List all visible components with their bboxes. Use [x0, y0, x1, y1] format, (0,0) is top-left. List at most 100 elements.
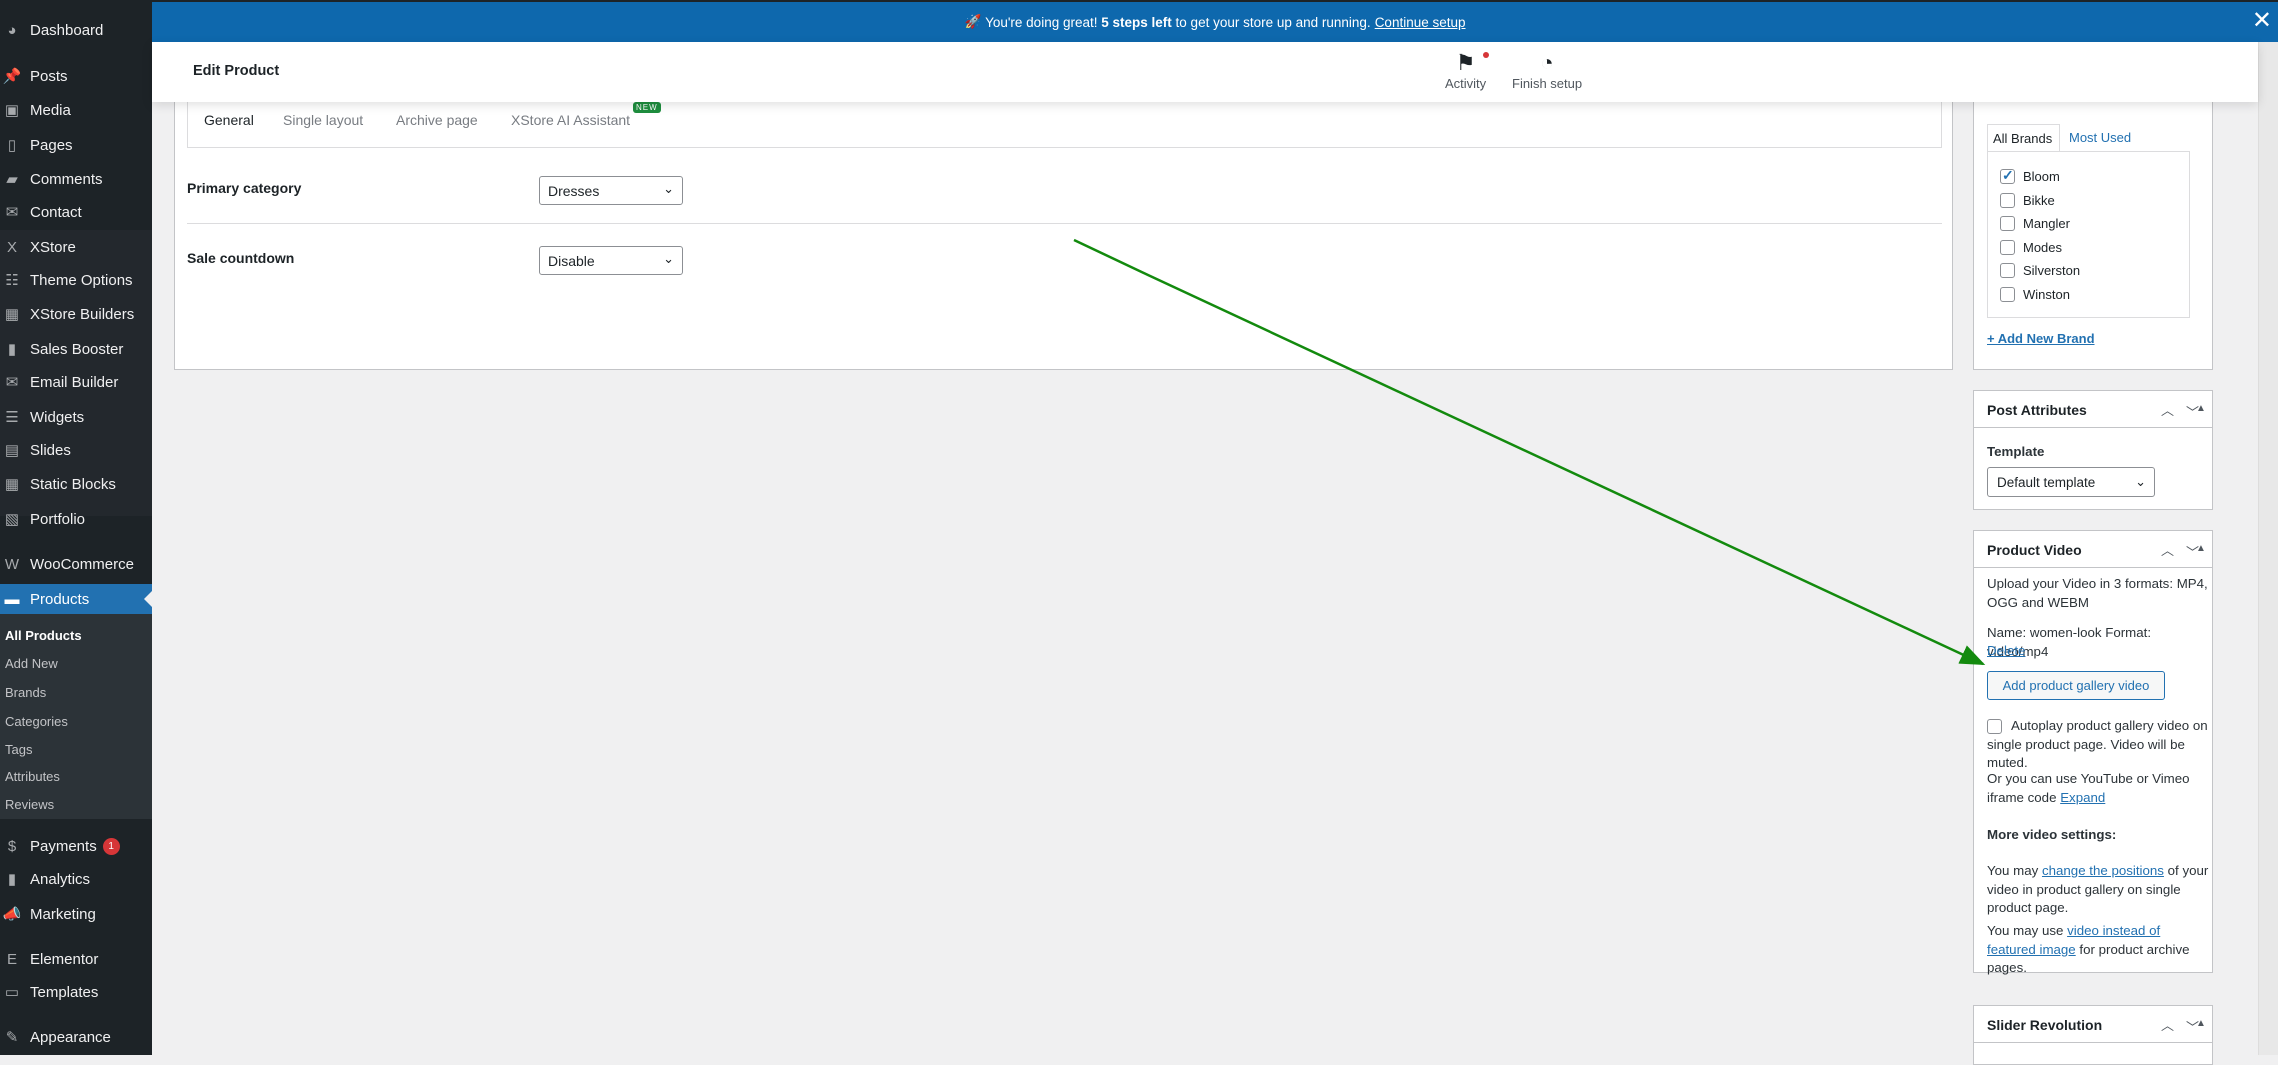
sidebar-item-products[interactable]: ▬ Products: [0, 584, 152, 614]
collapse-icon[interactable]: ▲: [2196, 1018, 2206, 1029]
sidebar-item-label: Portfolio: [30, 510, 86, 528]
panel-title: Post Attributes: [1987, 402, 2087, 418]
add-product-gallery-video-button[interactable]: Add product gallery video: [1987, 671, 2165, 700]
submenu-item-attributes[interactable]: Attributes: [5, 769, 60, 784]
tab-single-layout[interactable]: Single layout: [283, 112, 363, 128]
sidebar-item-label: Pages: [30, 136, 73, 154]
scrollbar[interactable]: [2258, 42, 2278, 1055]
sidebar-item-label: Elementor: [30, 950, 99, 968]
brand-item[interactable]: Modes: [2000, 239, 2062, 255]
submenu-item-all-products[interactable]: All Products: [5, 628, 82, 643]
tab-most-used[interactable]: Most Used: [2069, 130, 2131, 145]
sidebar-item-sales-booster[interactable]: ▮ Sales Booster: [0, 334, 152, 364]
sidebar-item-dashboard[interactable]: ◕ Dashboard: [0, 15, 152, 45]
sidebar-item-woocommerce[interactable]: W WooCommerce: [0, 549, 152, 579]
sidebar-item-comments[interactable]: ▰ Comments: [0, 164, 152, 194]
add-new-brand-link[interactable]: + Add New Brand: [1987, 331, 2095, 346]
expand-link[interactable]: Expand: [2060, 790, 2105, 805]
sidebar-item-marketing[interactable]: 📣 Marketing: [0, 899, 152, 929]
delete-video-link[interactable]: Delete: [1987, 642, 2025, 661]
featured-video-text: You may use video instead of featured im…: [1987, 922, 2209, 978]
submenu-item-reviews[interactable]: Reviews: [5, 797, 54, 812]
sidebar-item-widgets[interactable]: ☰ Widgets: [0, 402, 152, 432]
move-up-icon[interactable]: ︿: [2161, 540, 2174, 559]
sidebar-item-appearance[interactable]: ✎ Appearance: [0, 1022, 152, 1052]
sidebar-item-posts[interactable]: 📌 Posts: [0, 61, 152, 91]
sidebar-item-label: XStore: [30, 238, 76, 256]
slider-revolution-panel: Slider Revolution ︿ ﹀ ▲: [1973, 1005, 2213, 1065]
template-select[interactable]: Default template ⌄: [1987, 467, 2155, 497]
move-up-icon[interactable]: ︿: [2161, 1015, 2174, 1034]
sidebar-item-xstore[interactable]: X XStore: [0, 232, 152, 262]
brand-checkbox[interactable]: [2000, 263, 2015, 278]
autoplay-checkbox[interactable]: [1987, 719, 2002, 734]
submenu-item-tags[interactable]: Tags: [5, 742, 32, 757]
sidebar-item-label: Appearance: [30, 1028, 111, 1046]
sidebar-item-contact[interactable]: ✉ Contact: [0, 197, 152, 227]
brand-checkbox[interactable]: [2000, 167, 2015, 184]
brand-checkbox[interactable]: [2000, 216, 2015, 231]
finish-setup-button[interactable]: ◔ Finish setup: [1512, 50, 1582, 91]
setup-banner: 🚀 You're doing great! 5 steps left to ge…: [152, 2, 2278, 42]
chevron-down-icon: ⌄: [663, 181, 674, 196]
sidebar-item-xstore-builders[interactable]: ▦ XStore Builders: [0, 299, 152, 329]
primary-category-select[interactable]: Dresses ⌄: [539, 176, 683, 205]
tab-xstore-ai-assistant[interactable]: XStore AI Assistant: [511, 112, 630, 128]
sidebar-item-templates[interactable]: ▭ Templates: [0, 977, 152, 1007]
brand-checkbox[interactable]: [2000, 239, 2015, 255]
sale-countdown-select[interactable]: Disable ⌄: [539, 246, 683, 275]
template-label: Template: [1987, 444, 2045, 459]
brand-item[interactable]: Silverston: [2000, 263, 2080, 278]
xstore-builders-icon: ▦: [4, 306, 20, 323]
brand-checkbox[interactable]: [2000, 286, 2015, 302]
sidebar-item-elementor[interactable]: E Elementor: [0, 944, 152, 974]
submenu-item-categories[interactable]: Categories: [5, 714, 68, 729]
panel-title: Slider Revolution: [1987, 1017, 2103, 1033]
brand-item[interactable]: Mangler: [2000, 216, 2070, 231]
brand-name: Silverston: [2023, 263, 2081, 278]
move-up-icon[interactable]: ︿: [2161, 400, 2174, 419]
template-value: Default template: [1997, 475, 2096, 490]
collapse-icon[interactable]: ▲: [2196, 543, 2206, 554]
sidebar-item-pages[interactable]: ▯ Pages: [0, 130, 152, 160]
notification-badge: 1: [102, 837, 120, 855]
sidebar-item-label: XStore Builders: [30, 305, 135, 323]
woocommerce-icon: W: [4, 555, 20, 573]
brand-item[interactable]: Bikke: [2000, 192, 2055, 208]
submenu-item-brands[interactable]: Brands: [5, 685, 46, 700]
collapse-icon[interactable]: ▲: [2196, 403, 2206, 414]
sidebar-item-media[interactable]: ▣ Media: [0, 95, 152, 125]
close-icon[interactable]: ✕: [2252, 9, 2272, 33]
panel-header: Product Video ︿ ﹀ ▲: [1974, 531, 2212, 568]
elementor-icon: E: [6, 950, 17, 968]
autoplay-text: Autoplay product gallery video on single…: [1987, 718, 2208, 770]
change-positions-link[interactable]: change the positions: [2042, 863, 2164, 878]
brand-item[interactable]: Bloom: [2000, 167, 2060, 184]
sidebar-item-email-builder[interactable]: ✉ Email Builder: [0, 367, 152, 397]
positions-text: You may change the positions of your vid…: [1987, 862, 2209, 918]
continue-setup-link[interactable]: Continue setup: [1375, 15, 1466, 30]
sidebar-item-label: Theme Options: [30, 271, 133, 289]
activity-button[interactable]: ⚑ Activity: [1445, 50, 1490, 91]
marketing-icon: 📣: [2, 906, 22, 923]
sidebar-item-theme-options[interactable]: ☷ Theme Options: [0, 265, 152, 295]
panel-header: Slider Revolution ︿ ﹀ ▲: [1974, 1006, 2212, 1043]
submenu-item-add-new[interactable]: Add New: [5, 656, 58, 671]
sidebar-item-analytics[interactable]: ▮ Analytics: [0, 864, 152, 894]
sidebar-item-label: Posts: [30, 67, 68, 85]
sidebar-item-portfolio[interactable]: ▧ Portfolio: [0, 504, 152, 534]
sidebar-item-slides[interactable]: ▤ Slides: [0, 435, 152, 465]
contact-icon: ✉: [5, 204, 19, 221]
tab-general[interactable]: General: [204, 112, 254, 128]
text: You may: [1987, 863, 2039, 878]
brand-item[interactable]: Winston: [2000, 286, 2070, 302]
brand-checkbox[interactable]: [2000, 192, 2015, 208]
product-video-panel: Product Video ︿ ﹀ ▲ Upload your Video in…: [1973, 530, 2213, 975]
tab-all-brands[interactable]: All Brands: [1987, 124, 2060, 151]
sale-countdown-value: Disable: [548, 253, 595, 269]
tab-archive-page[interactable]: Archive page: [396, 112, 478, 128]
page-title: Edit Product: [193, 63, 280, 79]
slides-icon: ▤: [4, 442, 20, 459]
sidebar-item-payments[interactable]: $ Payments 1: [0, 831, 152, 861]
sidebar-item-static-blocks[interactable]: ▦ Static Blocks: [0, 469, 152, 499]
